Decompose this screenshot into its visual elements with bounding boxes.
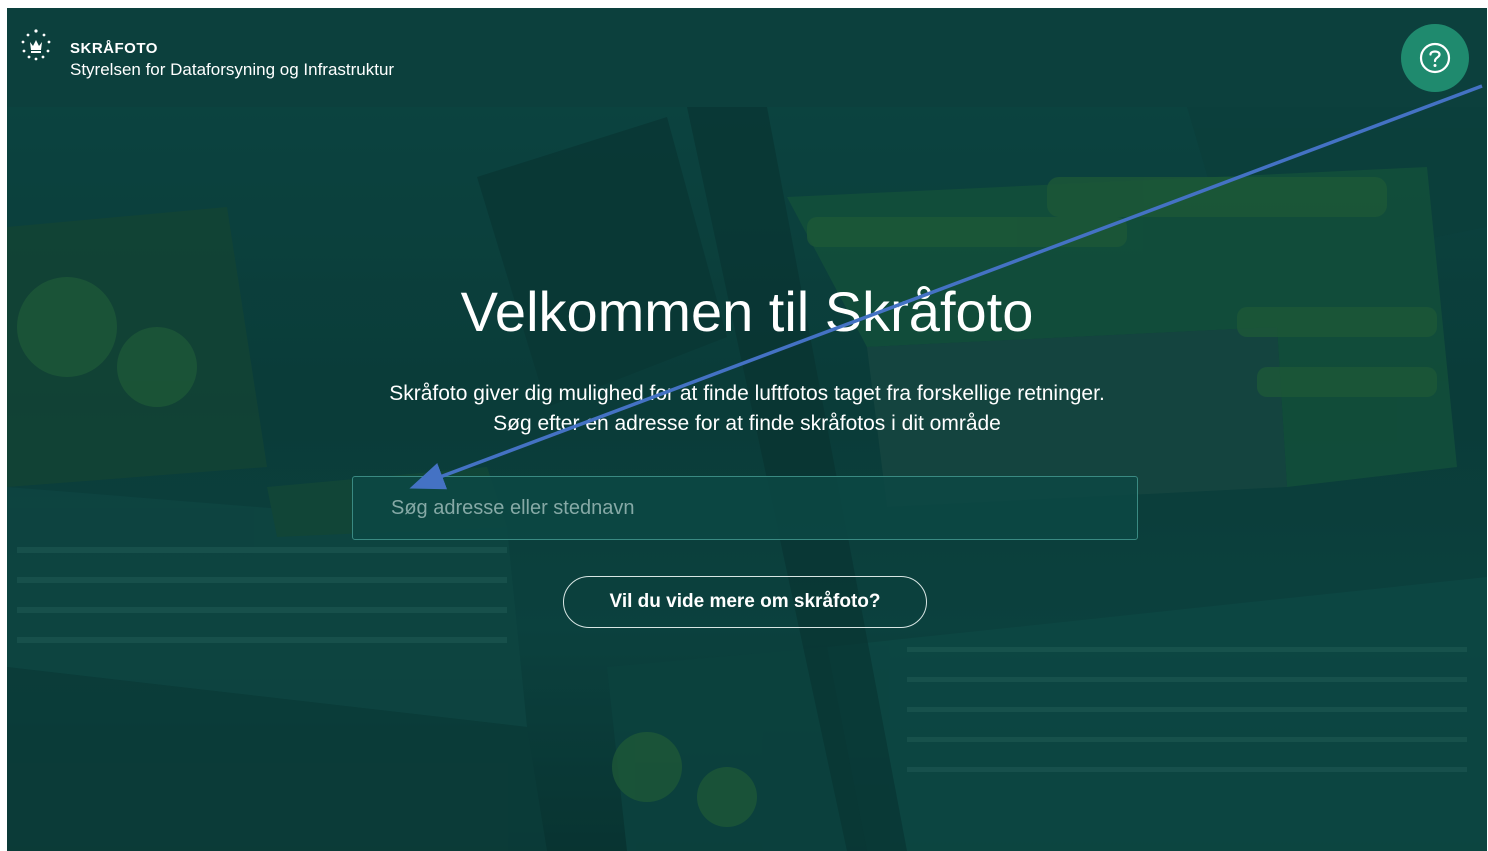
app-window: SKRÅFOTO Styrelsen for Dataforsyning og … [7,8,1487,851]
help-circle-icon [1419,42,1451,74]
organization-name: Styrelsen for Dataforsyning og Infrastru… [70,60,395,79]
crown-logo-icon [21,29,51,61]
intro-text-line1: Skråfoto giver dig mulighed for at finde… [389,382,1105,405]
top-bar: SKRÅFOTO Styrelsen for Dataforsyning og … [7,8,1487,107]
app-name: SKRÅFOTO [70,40,158,57]
intro-text-line2: Søg efter en adresse for at finde skråfo… [493,412,1001,435]
welcome-title: Velkommen til Skråfoto [460,280,1034,343]
help-button[interactable] [1401,24,1469,92]
address-search-input[interactable] [352,476,1138,540]
learn-more-button[interactable]: Vil du vide mere om skråfoto? [563,576,927,628]
hero-section: Velkommen til Skråfoto Skråfoto giver di… [7,107,1487,851]
